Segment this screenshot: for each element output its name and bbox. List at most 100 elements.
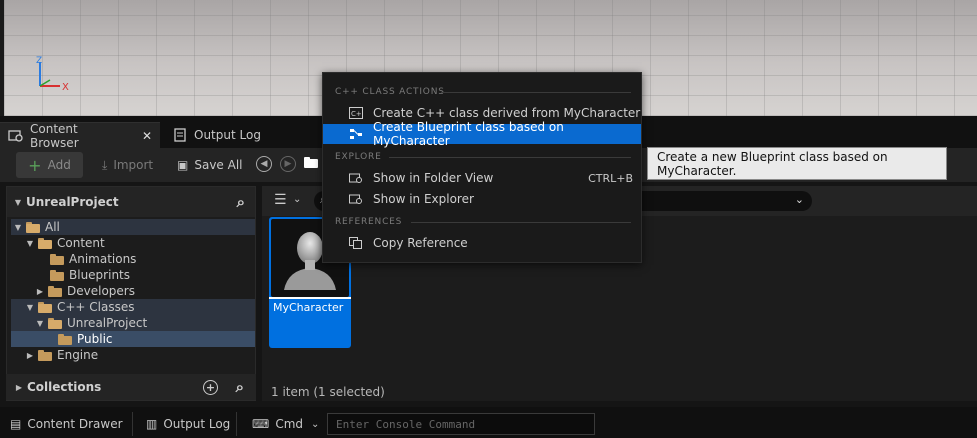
chevron-down-icon: ▼ <box>36 318 44 328</box>
viewport-border <box>0 0 4 116</box>
output-log-icon <box>172 128 188 142</box>
section-explore: EXPLORE <box>335 152 382 162</box>
copy-icon <box>349 237 363 249</box>
arrow-left-icon: ◀ <box>260 159 268 169</box>
chevron-down-icon[interactable]: ⌄ <box>795 193 804 206</box>
import-icon: ⤓ <box>102 157 108 172</box>
tab-label: Output Log <box>194 128 261 142</box>
section-references: REFERENCES <box>335 217 403 227</box>
tree-item-cpp-classes[interactable]: ▼ C++ Classes <box>25 299 135 315</box>
menu-create-blueprint-class[interactable]: Create Blueprint class based on MyCharac… <box>323 120 641 148</box>
menu-label: Show in Folder View <box>373 171 494 185</box>
tree-item-unrealproject[interactable]: ▼ UnrealProject <box>35 315 147 331</box>
axis-gizmo-icon: Z X <box>36 56 69 93</box>
chevron-down-icon: ▼ <box>26 302 34 312</box>
folder-icon[interactable] <box>304 157 320 170</box>
import-button[interactable]: ⤓ Import <box>92 152 163 178</box>
tree-label: C++ Classes <box>57 300 135 314</box>
sources-panel: ▼ UnrealProject ⌕ ▼ All ▼ Content Animat… <box>6 186 256 401</box>
menu-show-in-folder-view[interactable]: Show in Folder View CTRL+B <box>323 168 641 188</box>
folder-icon <box>50 253 64 265</box>
chevron-down-icon[interactable]: ⌄ <box>293 194 301 205</box>
tooltip-text: Create a new Blueprint class based on My… <box>657 149 888 178</box>
asset-type-bar <box>269 297 351 299</box>
tree-label: Public <box>77 332 113 346</box>
asset-name: MyCharacter <box>273 301 344 314</box>
chevron-down-icon: ▼ <box>26 238 34 248</box>
plus-icon: + <box>28 155 42 175</box>
chevron-right-icon: ▶ <box>15 382 23 392</box>
filter-icon[interactable]: ☰ <box>274 192 287 208</box>
back-button[interactable]: ◀ <box>256 156 272 172</box>
folder-icon <box>48 285 62 297</box>
add-button[interactable]: + Add <box>16 152 83 178</box>
add-collection-icon[interactable]: + <box>203 379 218 395</box>
cmd-dropdown[interactable]: ⌨ Cmd ⌄ <box>246 412 325 436</box>
svg-text:C+: C+ <box>351 110 362 118</box>
sources-header[interactable]: ▼ UnrealProject ⌕ <box>7 187 255 217</box>
axis-z-label: Z <box>36 56 42 66</box>
content-drawer-button[interactable]: ▤ Content Drawer <box>4 412 129 436</box>
tree-item-blueprints[interactable]: Blueprints <box>50 267 130 283</box>
cpp-folder-icon <box>38 301 52 313</box>
tree-item-developers[interactable]: ▶ Developers <box>35 283 135 299</box>
menu-label: Create Blueprint class based on MyCharac… <box>373 120 564 148</box>
tree-label: UnrealProject <box>67 316 148 330</box>
axis-x-label: X <box>62 82 69 93</box>
collections-label: Collections <box>27 380 102 394</box>
status-bar: ▤ Content Drawer ▥ Output Log ⌨ Cmd ⌄ En… <box>0 407 977 438</box>
console-input[interactable]: Enter Console Command <box>327 413 595 435</box>
tree-item-public[interactable]: Public <box>58 331 113 347</box>
tree-item-all[interactable]: ▼ All <box>13 219 60 235</box>
chevron-right-icon: ▶ <box>36 286 44 296</box>
menu-show-in-explorer[interactable]: Show in Explorer <box>323 189 641 209</box>
tree-item-animations[interactable]: Animations <box>50 251 136 267</box>
item-count: 1 item (1 selected) <box>271 385 385 399</box>
output-log-label: Output Log <box>163 417 231 431</box>
output-log-button[interactable]: ▥ Output Log <box>140 412 236 436</box>
tab-content-browser[interactable]: Content Browser ✕ <box>0 122 160 150</box>
tab-output-log[interactable]: Output Log <box>164 122 274 148</box>
console-placeholder: Enter Console Command <box>336 417 476 431</box>
blueprint-icon <box>349 128 363 140</box>
tree-item-engine[interactable]: ▶ Engine <box>25 347 98 363</box>
shortcut-label: CTRL+B <box>588 171 633 185</box>
collections-header[interactable]: ▶ Collections + ⌕ <box>6 374 256 400</box>
chevron-down-icon: ⌄ <box>311 418 320 430</box>
chevron-right-icon: ▶ <box>26 350 34 360</box>
tree-item-content[interactable]: ▼ Content <box>25 235 105 251</box>
add-label: Add <box>47 158 71 172</box>
context-menu: C++ CLASS ACTIONS C+ Create C++ class de… <box>322 72 642 263</box>
folder-search-icon <box>349 172 363 184</box>
folder-icon <box>38 237 52 249</box>
folder-icon <box>38 349 52 361</box>
content-drawer-label: Content Drawer <box>27 417 123 431</box>
expand-arrow-icon: ▼ <box>14 197 22 207</box>
cpp-folder-icon <box>48 317 62 329</box>
tree-label: All <box>45 220 60 234</box>
menu-label: Create C++ class derived from MyCharacte… <box>373 106 641 120</box>
content-drawer-icon: ▤ <box>10 417 22 431</box>
folder-icon <box>26 221 40 233</box>
tree-label: Animations <box>69 252 137 266</box>
save-all-label: Save All <box>194 158 243 172</box>
terminal-icon: ⌨ <box>252 417 270 431</box>
explorer-icon <box>349 193 363 205</box>
save-all-button[interactable]: ▣ Save All <box>167 152 253 178</box>
folder-icon <box>50 269 64 281</box>
menu-label: Copy Reference <box>373 236 468 250</box>
search-icon[interactable]: ⌕ <box>236 378 244 396</box>
forward-button[interactable]: ▶ <box>280 156 296 172</box>
close-icon[interactable]: ✕ <box>142 129 152 143</box>
output-log-icon: ▥ <box>146 417 158 431</box>
cmd-label: Cmd <box>275 417 304 431</box>
section-cpp-class-actions: C++ CLASS ACTIONS <box>335 87 445 97</box>
tree-label: Engine <box>57 348 99 362</box>
search-icon[interactable]: ⌕ <box>237 193 245 211</box>
tooltip: Create a new Blueprint class based on My… <box>647 147 947 180</box>
menu-label: Show in Explorer <box>373 192 474 206</box>
menu-copy-reference[interactable]: Copy Reference <box>323 233 641 253</box>
chevron-down-icon: ▼ <box>14 222 22 232</box>
cpp-class-icon: C+ <box>349 107 363 119</box>
content-browser-icon <box>8 129 24 143</box>
